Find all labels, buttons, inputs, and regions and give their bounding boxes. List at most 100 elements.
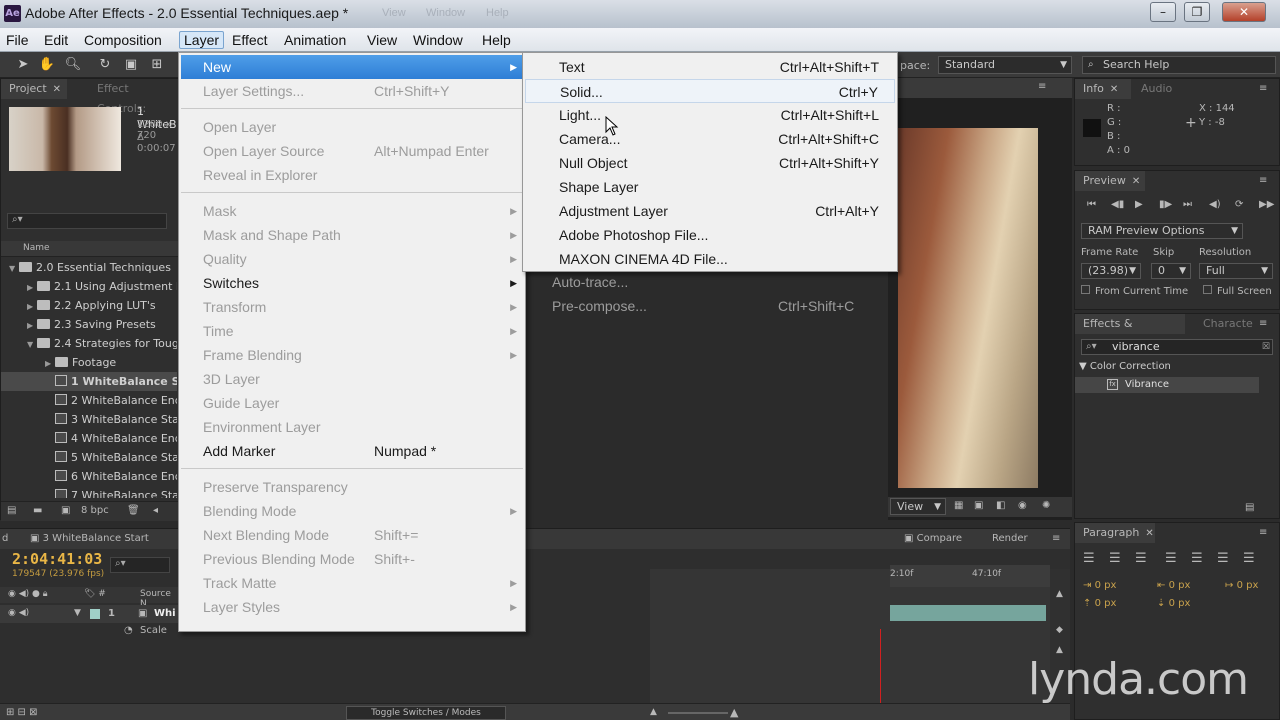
menu-item-transform[interactable]: Transform ▶ [181, 295, 523, 319]
zoom-tool-icon[interactable]: 🔍︎ [64, 56, 82, 74]
search-help-input[interactable]: ⌕ Search Help [1082, 56, 1276, 74]
menu-item-switches[interactable]: Switches ▶ [181, 271, 523, 295]
project-folder-item[interactable]: ▶ 2.1 Using Adjustment L [1, 277, 177, 296]
layer-row[interactable]: ◉ ◀) ▼ 1 ▣ Whi [0, 605, 180, 623]
rotate-tool-icon[interactable]: ↻ [96, 56, 114, 74]
menu-view[interactable]: View [363, 31, 401, 49]
workspace-dropdown[interactable]: Standard ▼ [938, 56, 1072, 74]
close-icon[interactable]: ✕ [53, 84, 61, 95]
project-folder-item[interactable]: ▶ Footage [1, 353, 177, 372]
clear-search-icon[interactable]: ☒ [1262, 340, 1270, 354]
menu-item-layer-styles[interactable]: Layer Styles ▶ [181, 595, 523, 619]
audio-icon[interactable]: ◀) [1209, 199, 1221, 210]
justify-last-left-icon[interactable]: ☰ [1165, 551, 1177, 566]
menu-item-track-matte[interactable]: Track Matte ▶ [181, 571, 523, 595]
menu-item-layer-settings[interactable]: Layer Settings... Ctrl+Shift+Y [181, 79, 523, 103]
project-folder-item[interactable]: ▶ 2.2 Applying LUT's [1, 296, 177, 315]
play-icon[interactable]: ▶ [1135, 199, 1143, 210]
menu-item-quality[interactable]: Quality ▶ [181, 247, 523, 271]
project-comp-item[interactable]: 7 WhiteBalance Star [1, 486, 177, 498]
zoom-in-icon[interactable]: ▲ [730, 706, 738, 719]
category-color-correction[interactable]: ▼ Color Correction [1079, 361, 1171, 372]
panel-menu-icon[interactable]: ≡ [1259, 175, 1267, 186]
layer-name[interactable]: Whi [154, 608, 176, 619]
menu-animation[interactable]: Animation [280, 31, 350, 49]
toggle-switches-modes-button[interactable]: Toggle Switches / Modes [346, 706, 506, 720]
menu-help[interactable]: Help [478, 31, 515, 49]
menu-item-add-marker[interactable]: Add Marker Numpad * [181, 439, 523, 463]
new-submenu-item-solid[interactable]: Solid... Ctrl+Y [525, 79, 895, 103]
menu-item-new[interactable]: New ▶ [181, 55, 523, 79]
menu-item-guide-layer[interactable]: Guide Layer [181, 391, 523, 415]
mountain-zoom-out-icon[interactable]: ▲ [1056, 589, 1063, 599]
menu-item-next-blending-mode[interactable]: Next Blending Mode Shift+= [181, 523, 523, 547]
tab-effect-controls[interactable]: Effect Controls: [89, 79, 181, 115]
resolution-dropdown[interactable]: Full ▼ [1199, 263, 1273, 279]
tab-project[interactable]: Project ✕ [1, 79, 67, 99]
new-submenu-item-maxon-cinema-4d-file[interactable]: MAXON CINEMA 4D File... [525, 247, 895, 271]
justify-last-center-icon[interactable]: ☰ [1191, 551, 1203, 566]
project-comp-item[interactable]: 2 WhiteBalance End [1, 391, 177, 410]
tab-info[interactable]: Info ✕ [1075, 79, 1131, 99]
frame-rate-dropdown[interactable]: (23.98) ▼ [1081, 263, 1141, 279]
first-frame-icon[interactable]: ⏮ [1087, 199, 1096, 210]
expanded-triangle-icon[interactable]: ▼ [9, 259, 19, 277]
collapsed-triangle-icon[interactable]: ▶ [45, 354, 55, 372]
minimize-icon[interactable]: – [1150, 2, 1176, 22]
zoom-out-icon[interactable]: ▲ [650, 707, 657, 717]
trash-icon[interactable]: 🗑︎ [127, 505, 140, 516]
indent-left-field[interactable]: ⇥ 0 px [1083, 580, 1116, 591]
layer-duration-bar[interactable] [890, 605, 1046, 621]
space-after-field[interactable]: ⇣ 0 px [1157, 598, 1190, 609]
toggle-switches-icon[interactable]: ⊞ ⊟ ⊠ [6, 707, 38, 718]
tab-partial[interactable]: d [2, 533, 8, 544]
panel-menu-icon[interactable]: ≡ [1052, 533, 1060, 544]
pan-behind-tool-icon[interactable]: ⊞ [148, 56, 166, 74]
menu-item-mask-and-shape-path[interactable]: Mask and Shape Path ▶ [181, 223, 523, 247]
menu-edit[interactable]: Edit [40, 31, 72, 49]
menu-layer[interactable]: Layer [179, 31, 225, 49]
scroll-left-icon[interactable]: ◂ [153, 505, 158, 516]
new-submenu-item-shape-layer[interactable]: Shape Layer [525, 175, 895, 199]
bpc-label[interactable]: 8 bpc [81, 505, 109, 516]
project-folder-item[interactable]: ▶ 2.3 Saving Presets [1, 315, 177, 334]
pre-compose-menu-item[interactable]: Pre-compose... [552, 296, 647, 316]
project-search-input[interactable]: ⌕▾ [7, 213, 167, 229]
project-comp-item[interactable]: 3 WhiteBalance Star [1, 410, 177, 429]
project-folder-item[interactable]: ▼ 2.4 Strategies for Tougl [1, 334, 177, 353]
menu-item-reveal-in-explorer[interactable]: Reveal in Explorer [181, 163, 523, 187]
visibility-icon[interactable]: ◉ ◀) [8, 608, 29, 618]
new-submenu-item-null-object[interactable]: Null Object Ctrl+Alt+Shift+Y [525, 151, 895, 175]
restore-icon[interactable]: ❐ [1184, 2, 1210, 22]
label-icon[interactable]: 🏷︎ # [84, 589, 106, 599]
channel-icon[interactable]: ◉ [1018, 500, 1027, 511]
scale-property-row[interactable]: ◔ Scale [0, 623, 180, 639]
project-comp-item[interactable]: 4 WhiteBalance End [1, 429, 177, 448]
label-color-swatch[interactable] [90, 609, 100, 619]
menu-item-previous-blending-mode[interactable]: Previous Blending Mode Shift+- [181, 547, 523, 571]
stopwatch-icon[interactable]: ◔ [124, 625, 133, 636]
menu-item-preserve-transparency[interactable]: Preserve Transparency [181, 475, 523, 499]
new-submenu-item-adjustment-layer[interactable]: Adjustment Layer Ctrl+Alt+Y [525, 199, 895, 223]
panel-menu-icon[interactable]: ≡ [1259, 83, 1267, 94]
menu-composition[interactable]: Composition [80, 31, 166, 49]
collapsed-triangle-icon[interactable]: ▶ [27, 278, 37, 296]
project-comp-item[interactable]: 5 WhiteBalance Star [1, 448, 177, 467]
next-frame-icon[interactable]: ▮▶ [1159, 199, 1172, 210]
align-left-icon[interactable]: ☰ [1083, 551, 1095, 566]
new-preset-icon[interactable]: ▤ [1245, 502, 1254, 513]
auto-trace-menu-item[interactable]: Auto-trace... [552, 272, 628, 292]
close-icon[interactable]: ✕ [1110, 84, 1118, 95]
new-comp-icon[interactable]: ▣ [61, 505, 70, 516]
tab-render-queue[interactable]: Render [992, 533, 1028, 544]
previous-frame-icon[interactable]: ◀▮ [1111, 199, 1124, 210]
current-timecode[interactable]: 2:04:41:03 [12, 550, 102, 568]
full-screen-checkbox[interactable]: Full Screen [1203, 285, 1272, 297]
selection-tool-icon[interactable]: ➤ [14, 56, 32, 74]
hand-tool-icon[interactable]: ✋ [38, 56, 56, 74]
project-comp-item[interactable]: 1 WhiteBalance St [1, 372, 177, 391]
justify-all-icon[interactable]: ☰ [1243, 551, 1255, 566]
menu-file[interactable]: File [2, 31, 33, 49]
tab-comp-3-whitebalance-start[interactable]: ▣ 3 WhiteBalance Start [30, 533, 170, 544]
expanded-triangle-icon[interactable]: ▼ [27, 335, 37, 353]
